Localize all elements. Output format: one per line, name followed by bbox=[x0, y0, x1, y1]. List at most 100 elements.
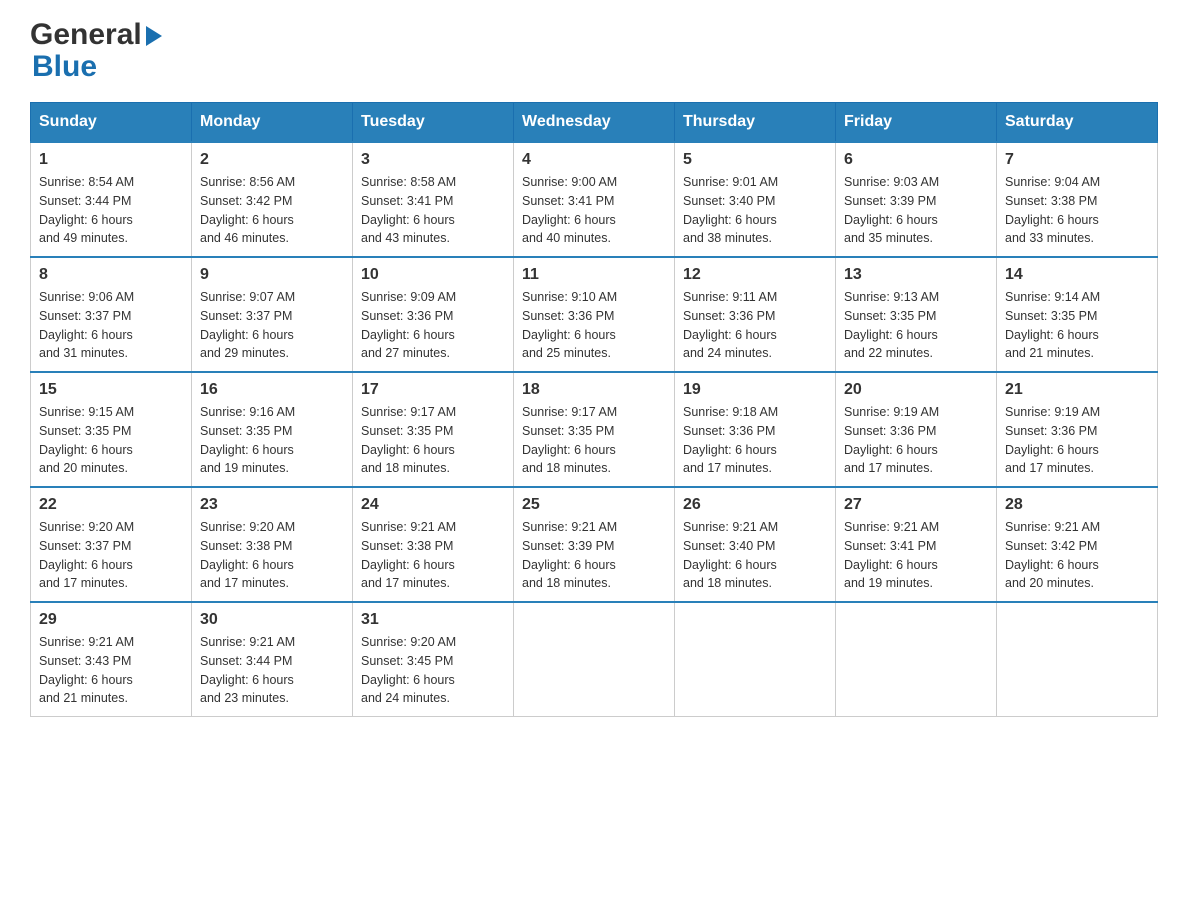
day-number: 29 bbox=[39, 611, 183, 629]
day-number: 19 bbox=[683, 381, 827, 399]
calendar-cell: 27 Sunrise: 9:21 AM Sunset: 3:41 PM Dayl… bbox=[836, 487, 997, 602]
day-info: Sunrise: 9:10 AM Sunset: 3:36 PM Dayligh… bbox=[522, 288, 666, 363]
day-number: 4 bbox=[522, 151, 666, 169]
calendar-cell: 15 Sunrise: 9:15 AM Sunset: 3:35 PM Dayl… bbox=[31, 372, 192, 487]
day-number: 7 bbox=[1005, 151, 1149, 169]
day-number: 9 bbox=[200, 266, 344, 284]
day-number: 10 bbox=[361, 266, 505, 284]
day-number: 25 bbox=[522, 496, 666, 514]
day-number: 17 bbox=[361, 381, 505, 399]
day-info: Sunrise: 9:15 AM Sunset: 3:35 PM Dayligh… bbox=[39, 403, 183, 478]
week-row: 8 Sunrise: 9:06 AM Sunset: 3:37 PM Dayli… bbox=[31, 257, 1158, 372]
day-number: 31 bbox=[361, 611, 505, 629]
day-info: Sunrise: 9:13 AM Sunset: 3:35 PM Dayligh… bbox=[844, 288, 988, 363]
day-info: Sunrise: 9:18 AM Sunset: 3:36 PM Dayligh… bbox=[683, 403, 827, 478]
day-info: Sunrise: 9:17 AM Sunset: 3:35 PM Dayligh… bbox=[522, 403, 666, 478]
calendar-cell: 4 Sunrise: 9:00 AM Sunset: 3:41 PM Dayli… bbox=[514, 142, 675, 257]
day-number: 21 bbox=[1005, 381, 1149, 399]
week-row: 15 Sunrise: 9:15 AM Sunset: 3:35 PM Dayl… bbox=[31, 372, 1158, 487]
day-number: 15 bbox=[39, 381, 183, 399]
day-number: 20 bbox=[844, 381, 988, 399]
day-number: 23 bbox=[200, 496, 344, 514]
logo-general-text: General bbox=[30, 20, 142, 50]
day-info: Sunrise: 8:56 AM Sunset: 3:42 PM Dayligh… bbox=[200, 173, 344, 248]
calendar-cell: 18 Sunrise: 9:17 AM Sunset: 3:35 PM Dayl… bbox=[514, 372, 675, 487]
day-number: 26 bbox=[683, 496, 827, 514]
calendar-cell: 28 Sunrise: 9:21 AM Sunset: 3:42 PM Dayl… bbox=[997, 487, 1158, 602]
day-number: 12 bbox=[683, 266, 827, 284]
page-header: General Blue bbox=[30, 20, 1158, 82]
calendar-cell: 30 Sunrise: 9:21 AM Sunset: 3:44 PM Dayl… bbox=[192, 602, 353, 717]
day-number: 30 bbox=[200, 611, 344, 629]
day-info: Sunrise: 8:54 AM Sunset: 3:44 PM Dayligh… bbox=[39, 173, 183, 248]
weekday-header: Sunday bbox=[31, 103, 192, 143]
day-info: Sunrise: 9:11 AM Sunset: 3:36 PM Dayligh… bbox=[683, 288, 827, 363]
calendar-cell: 9 Sunrise: 9:07 AM Sunset: 3:37 PM Dayli… bbox=[192, 257, 353, 372]
day-info: Sunrise: 9:06 AM Sunset: 3:37 PM Dayligh… bbox=[39, 288, 183, 363]
day-number: 5 bbox=[683, 151, 827, 169]
day-info: Sunrise: 9:17 AM Sunset: 3:35 PM Dayligh… bbox=[361, 403, 505, 478]
day-info: Sunrise: 9:03 AM Sunset: 3:39 PM Dayligh… bbox=[844, 173, 988, 248]
calendar-cell: 6 Sunrise: 9:03 AM Sunset: 3:39 PM Dayli… bbox=[836, 142, 997, 257]
calendar-cell: 16 Sunrise: 9:16 AM Sunset: 3:35 PM Dayl… bbox=[192, 372, 353, 487]
day-info: Sunrise: 9:19 AM Sunset: 3:36 PM Dayligh… bbox=[844, 403, 988, 478]
calendar-cell: 20 Sunrise: 9:19 AM Sunset: 3:36 PM Dayl… bbox=[836, 372, 997, 487]
day-number: 2 bbox=[200, 151, 344, 169]
day-number: 11 bbox=[522, 266, 666, 284]
calendar-cell: 11 Sunrise: 9:10 AM Sunset: 3:36 PM Dayl… bbox=[514, 257, 675, 372]
week-row: 29 Sunrise: 9:21 AM Sunset: 3:43 PM Dayl… bbox=[31, 602, 1158, 717]
calendar-cell: 23 Sunrise: 9:20 AM Sunset: 3:38 PM Dayl… bbox=[192, 487, 353, 602]
day-number: 27 bbox=[844, 496, 988, 514]
day-number: 8 bbox=[39, 266, 183, 284]
calendar-cell bbox=[997, 602, 1158, 717]
calendar-cell: 2 Sunrise: 8:56 AM Sunset: 3:42 PM Dayli… bbox=[192, 142, 353, 257]
calendar-cell bbox=[514, 602, 675, 717]
calendar-cell: 21 Sunrise: 9:19 AM Sunset: 3:36 PM Dayl… bbox=[997, 372, 1158, 487]
day-number: 13 bbox=[844, 266, 988, 284]
weekday-header: Tuesday bbox=[353, 103, 514, 143]
day-info: Sunrise: 9:09 AM Sunset: 3:36 PM Dayligh… bbox=[361, 288, 505, 363]
calendar-table: SundayMondayTuesdayWednesdayThursdayFrid… bbox=[30, 102, 1158, 717]
calendar-cell: 12 Sunrise: 9:11 AM Sunset: 3:36 PM Dayl… bbox=[675, 257, 836, 372]
calendar-cell: 1 Sunrise: 8:54 AM Sunset: 3:44 PM Dayli… bbox=[31, 142, 192, 257]
calendar-cell bbox=[836, 602, 997, 717]
day-info: Sunrise: 9:21 AM Sunset: 3:40 PM Dayligh… bbox=[683, 518, 827, 593]
day-number: 22 bbox=[39, 496, 183, 514]
day-info: Sunrise: 9:14 AM Sunset: 3:35 PM Dayligh… bbox=[1005, 288, 1149, 363]
day-info: Sunrise: 9:00 AM Sunset: 3:41 PM Dayligh… bbox=[522, 173, 666, 248]
calendar-cell: 7 Sunrise: 9:04 AM Sunset: 3:38 PM Dayli… bbox=[997, 142, 1158, 257]
calendar-cell: 25 Sunrise: 9:21 AM Sunset: 3:39 PM Dayl… bbox=[514, 487, 675, 602]
day-number: 6 bbox=[844, 151, 988, 169]
calendar-cell: 5 Sunrise: 9:01 AM Sunset: 3:40 PM Dayli… bbox=[675, 142, 836, 257]
weekday-header: Friday bbox=[836, 103, 997, 143]
week-row: 1 Sunrise: 8:54 AM Sunset: 3:44 PM Dayli… bbox=[31, 142, 1158, 257]
calendar-cell: 31 Sunrise: 9:20 AM Sunset: 3:45 PM Dayl… bbox=[353, 602, 514, 717]
calendar-cell: 26 Sunrise: 9:21 AM Sunset: 3:40 PM Dayl… bbox=[675, 487, 836, 602]
logo-blue-text: Blue bbox=[32, 52, 97, 82]
day-info: Sunrise: 8:58 AM Sunset: 3:41 PM Dayligh… bbox=[361, 173, 505, 248]
day-number: 16 bbox=[200, 381, 344, 399]
day-number: 28 bbox=[1005, 496, 1149, 514]
calendar-cell: 14 Sunrise: 9:14 AM Sunset: 3:35 PM Dayl… bbox=[997, 257, 1158, 372]
calendar-cell: 19 Sunrise: 9:18 AM Sunset: 3:36 PM Dayl… bbox=[675, 372, 836, 487]
week-row: 22 Sunrise: 9:20 AM Sunset: 3:37 PM Dayl… bbox=[31, 487, 1158, 602]
calendar-cell: 10 Sunrise: 9:09 AM Sunset: 3:36 PM Dayl… bbox=[353, 257, 514, 372]
day-info: Sunrise: 9:21 AM Sunset: 3:41 PM Dayligh… bbox=[844, 518, 988, 593]
day-info: Sunrise: 9:20 AM Sunset: 3:45 PM Dayligh… bbox=[361, 633, 505, 708]
day-info: Sunrise: 9:20 AM Sunset: 3:38 PM Dayligh… bbox=[200, 518, 344, 593]
calendar-header-row: SundayMondayTuesdayWednesdayThursdayFrid… bbox=[31, 103, 1158, 143]
weekday-header: Thursday bbox=[675, 103, 836, 143]
calendar-cell: 22 Sunrise: 9:20 AM Sunset: 3:37 PM Dayl… bbox=[31, 487, 192, 602]
calendar-cell: 29 Sunrise: 9:21 AM Sunset: 3:43 PM Dayl… bbox=[31, 602, 192, 717]
weekday-header: Wednesday bbox=[514, 103, 675, 143]
day-info: Sunrise: 9:01 AM Sunset: 3:40 PM Dayligh… bbox=[683, 173, 827, 248]
day-info: Sunrise: 9:04 AM Sunset: 3:38 PM Dayligh… bbox=[1005, 173, 1149, 248]
logo: General Blue bbox=[30, 20, 162, 82]
logo-arrow-icon bbox=[146, 26, 162, 46]
day-info: Sunrise: 9:21 AM Sunset: 3:44 PM Dayligh… bbox=[200, 633, 344, 708]
day-info: Sunrise: 9:21 AM Sunset: 3:39 PM Dayligh… bbox=[522, 518, 666, 593]
calendar-cell: 17 Sunrise: 9:17 AM Sunset: 3:35 PM Dayl… bbox=[353, 372, 514, 487]
day-info: Sunrise: 9:19 AM Sunset: 3:36 PM Dayligh… bbox=[1005, 403, 1149, 478]
day-info: Sunrise: 9:07 AM Sunset: 3:37 PM Dayligh… bbox=[200, 288, 344, 363]
day-number: 24 bbox=[361, 496, 505, 514]
